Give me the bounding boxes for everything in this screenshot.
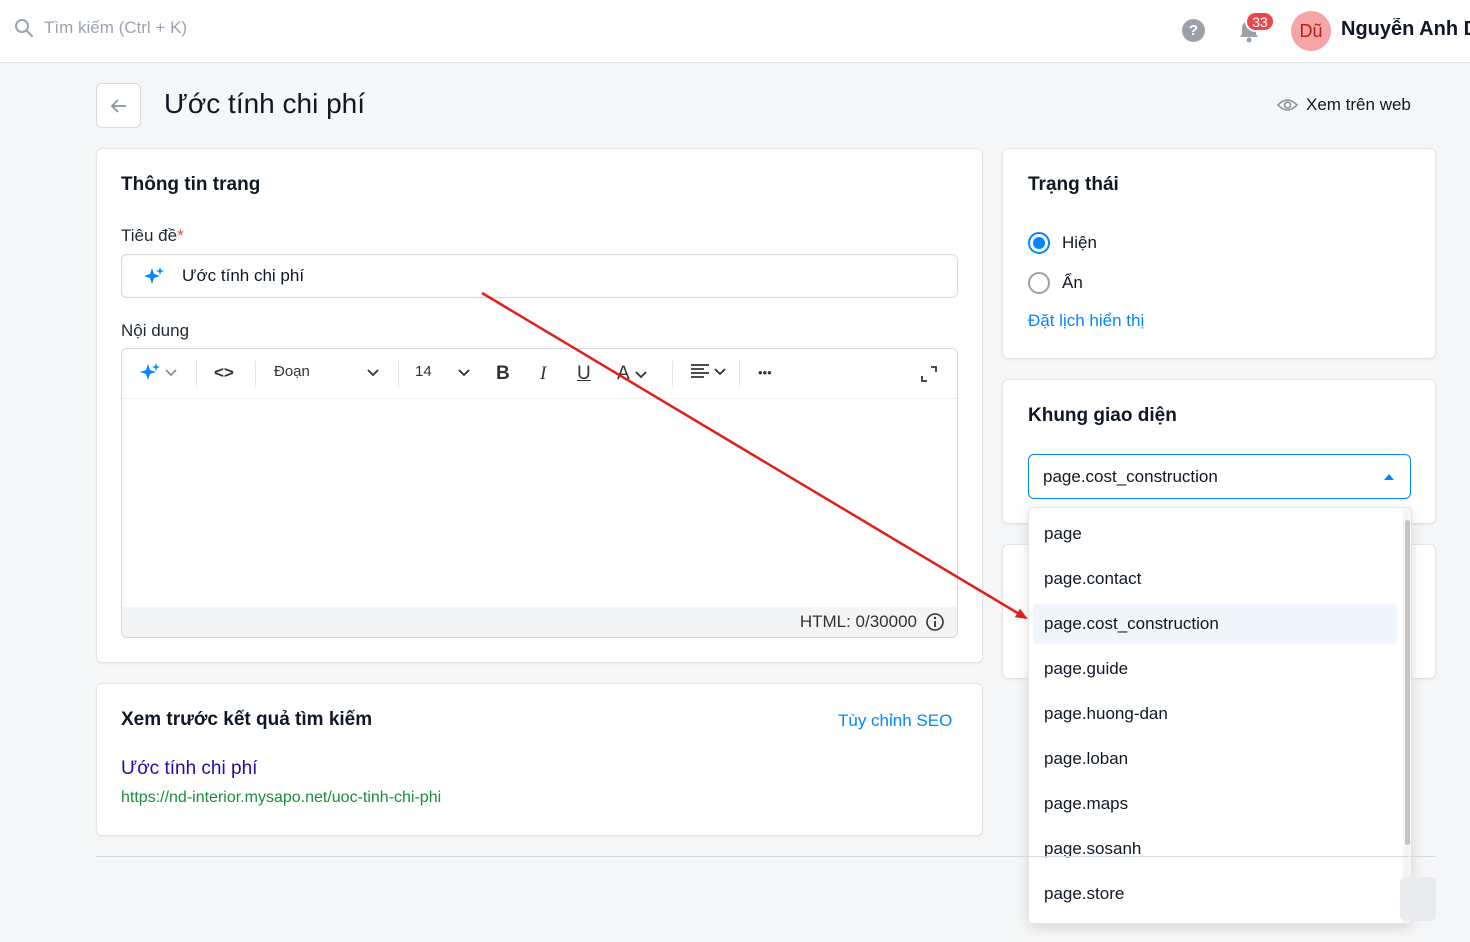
- schedule-display-link[interactable]: Đặt lịch hiển thị: [1028, 311, 1144, 331]
- help-icon[interactable]: ?: [1182, 19, 1205, 42]
- template-selected-value: page.cost_construction: [1043, 466, 1218, 486]
- view-on-web-link[interactable]: Xem trên web: [1277, 95, 1411, 115]
- partially-hidden-button[interactable]: [1400, 877, 1436, 921]
- more-tools-button[interactable]: •••: [758, 365, 772, 380]
- rich-text-editor: <> Đoạn 14 B I U A ••• HTML: 0/30000: [121, 348, 958, 638]
- align-button[interactable]: [690, 363, 727, 379]
- template-select[interactable]: page.cost_construction: [1028, 454, 1411, 499]
- bold-button[interactable]: B: [496, 363, 510, 385]
- title-value: Ước tính chi phí: [182, 266, 305, 285]
- avatar[interactable]: Dũ: [1291, 11, 1331, 51]
- align-left-icon: [691, 364, 709, 378]
- radio-hide[interactable]: [1028, 272, 1050, 294]
- toolbar-divider: [739, 361, 740, 387]
- toolbar-divider: [196, 361, 197, 387]
- italic-button[interactable]: I: [540, 363, 546, 385]
- status-hide-label: Ẩn: [1062, 273, 1083, 292]
- title-label: Tiêu đề*: [121, 226, 184, 245]
- status-title: Trạng thái: [1028, 174, 1119, 195]
- title-input[interactable]: Ước tính chi phí: [121, 254, 958, 298]
- dropdown-option[interactable]: page.contact: [1033, 559, 1397, 599]
- ai-menu-button[interactable]: [140, 363, 178, 381]
- status-option-show[interactable]: Hiện: [1028, 232, 1097, 254]
- font-size-value: 14: [415, 363, 432, 380]
- template-dropdown: page page.contact page.cost_construction…: [1028, 507, 1412, 924]
- top-bar: Tìm kiếm (Ctrl + K) ? 33 Dũ Nguyễn Anh D…: [0, 0, 1470, 63]
- chevron-down-icon: [635, 371, 647, 379]
- dropdown-option[interactable]: page.store: [1033, 874, 1397, 914]
- view-on-web-label: Xem trên web: [1306, 95, 1411, 114]
- customize-seo-link[interactable]: Tùy chỉnh SEO: [838, 711, 952, 731]
- page-info-title: Thông tin trang: [121, 174, 261, 195]
- underline-button[interactable]: U: [577, 363, 591, 385]
- search-input[interactable]: Tìm kiếm (Ctrl + K): [44, 18, 187, 38]
- html-counter: HTML: 0/30000: [799, 612, 917, 631]
- chevron-down-icon: [165, 369, 177, 377]
- caret-up-icon: [1384, 474, 1394, 480]
- chevron-down-icon: [458, 368, 470, 376]
- toolbar-divider: [398, 361, 399, 387]
- editor-footer: HTML: 0/30000: [122, 607, 957, 637]
- chevron-down-icon: [714, 368, 726, 376]
- ai-sparkle-icon[interactable]: [144, 267, 164, 285]
- seo-result-url: https://nd-interior.mysapo.net/uoc-tinh-…: [121, 789, 442, 806]
- toolbar-divider: [672, 361, 673, 387]
- notification-badge: 33: [1245, 11, 1275, 32]
- toolbar-divider: [255, 361, 256, 387]
- dropdown-option[interactable]: page.maps: [1033, 784, 1397, 824]
- code-view-button[interactable]: <>: [214, 363, 234, 383]
- dropdown-option[interactable]: page.huong-dan: [1033, 694, 1397, 734]
- back-button[interactable]: [96, 83, 141, 128]
- editor-content-area[interactable]: [122, 399, 957, 607]
- status-show-label: Hiện: [1062, 233, 1097, 252]
- radio-show[interactable]: [1028, 232, 1050, 254]
- content-label: Nội dung: [121, 321, 190, 340]
- editor-toolbar: <> Đoạn 14 B I U A •••: [122, 349, 957, 399]
- dropdown-option[interactable]: page: [1033, 514, 1397, 554]
- search-icon: [15, 19, 34, 38]
- fullscreen-button[interactable]: [920, 365, 938, 383]
- chevron-down-icon: [367, 368, 379, 376]
- dropdown-option[interactable]: page.guide: [1033, 649, 1397, 689]
- page-title: Ước tính chi phí: [164, 88, 366, 119]
- font-color-label: A: [617, 363, 630, 384]
- required-mark: *: [177, 226, 184, 245]
- dropdown-option[interactable]: page.loban: [1033, 739, 1397, 779]
- paragraph-select[interactable]: Đoạn: [274, 363, 380, 380]
- eye-icon: [1277, 99, 1298, 111]
- font-color-button[interactable]: A: [617, 363, 648, 385]
- font-size-select[interactable]: 14: [415, 363, 471, 380]
- info-icon[interactable]: [925, 612, 945, 632]
- dropdown-option-selected[interactable]: page.cost_construction: [1033, 604, 1397, 644]
- status-option-hide[interactable]: Ẩn: [1028, 272, 1083, 294]
- user-name[interactable]: Nguyễn Anh Dũng: [1341, 18, 1470, 41]
- template-title: Khung giao diện: [1028, 405, 1177, 426]
- seo-result-title: Ước tính chi phí: [121, 758, 258, 779]
- dropdown-option[interactable]: page.sosanh: [1033, 829, 1397, 869]
- global-search[interactable]: Tìm kiếm (Ctrl + K): [14, 18, 187, 38]
- arrow-left-icon: [110, 98, 126, 113]
- footer-divider: [96, 856, 1436, 857]
- paragraph-label: Đoạn: [274, 363, 310, 380]
- template-card: [1002, 379, 1436, 524]
- expand-icon: [921, 366, 937, 382]
- ai-sparkle-icon: [140, 363, 160, 380]
- seo-preview-title: Xem trước kết quả tìm kiếm: [121, 709, 373, 730]
- dropdown-scroll-thumb[interactable]: [1405, 520, 1410, 845]
